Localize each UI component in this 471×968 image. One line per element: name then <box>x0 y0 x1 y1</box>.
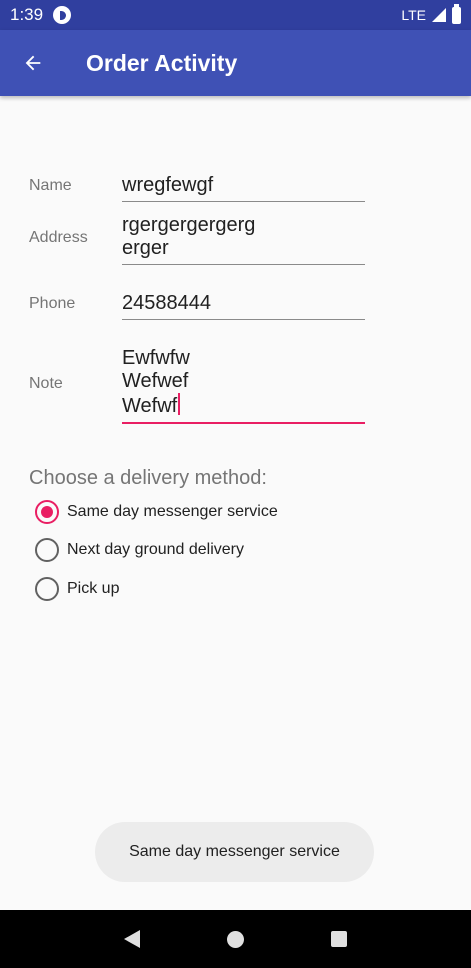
nav-back-icon[interactable] <box>123 930 140 948</box>
delivery-method-title: Choose a delivery method: <box>29 467 267 489</box>
radio-label: Pick up <box>67 580 120 597</box>
battery-icon <box>452 3 461 24</box>
app-notification-icon <box>53 6 72 24</box>
radio-pick-up[interactable]: Pick up <box>35 576 119 602</box>
text-cursor <box>178 393 181 415</box>
navigation-bar <box>0 910 471 968</box>
nav-home-icon[interactable] <box>226 930 244 948</box>
note-label: Note <box>29 375 63 392</box>
radio-next-day[interactable]: Next day ground delivery <box>35 537 244 563</box>
note-field[interactable]: Ewfwfw Wefwef Wefwf <box>122 347 365 424</box>
back-button[interactable] <box>0 30 66 96</box>
address-label: Address <box>29 229 88 246</box>
name-label: Name <box>29 177 72 194</box>
arrow-back-icon <box>25 55 41 71</box>
phone-field[interactable]: 24588444 <box>122 292 365 320</box>
signal-icon <box>432 8 446 22</box>
radio-checked-icon <box>35 500 59 524</box>
toast-message: Same day messenger service <box>95 822 374 882</box>
radio-same-day[interactable]: Same day messenger service <box>35 499 278 525</box>
status-bar: 1:39 LTE <box>0 0 471 30</box>
name-field[interactable]: wregfewgf <box>122 174 365 202</box>
radio-unchecked-icon <box>35 577 59 601</box>
phone-label: Phone <box>29 295 76 312</box>
network-type: LTE <box>401 7 426 23</box>
order-activity-screen: 1:39 LTE Order Activity Name wregfewgf A… <box>0 0 471 968</box>
radio-label: Same day messenger service <box>67 503 278 520</box>
status-icons: LTE <box>401 3 461 24</box>
nav-recents-icon[interactable] <box>331 931 348 947</box>
app-bar: Order Activity <box>0 30 471 96</box>
page-title: Order Activity <box>86 49 238 76</box>
radio-unchecked-icon <box>35 538 59 562</box>
radio-label: Next day ground delivery <box>67 541 244 558</box>
address-field[interactable]: rgergergergerg erger <box>122 214 365 265</box>
status-time: 1:39 <box>10 5 44 24</box>
